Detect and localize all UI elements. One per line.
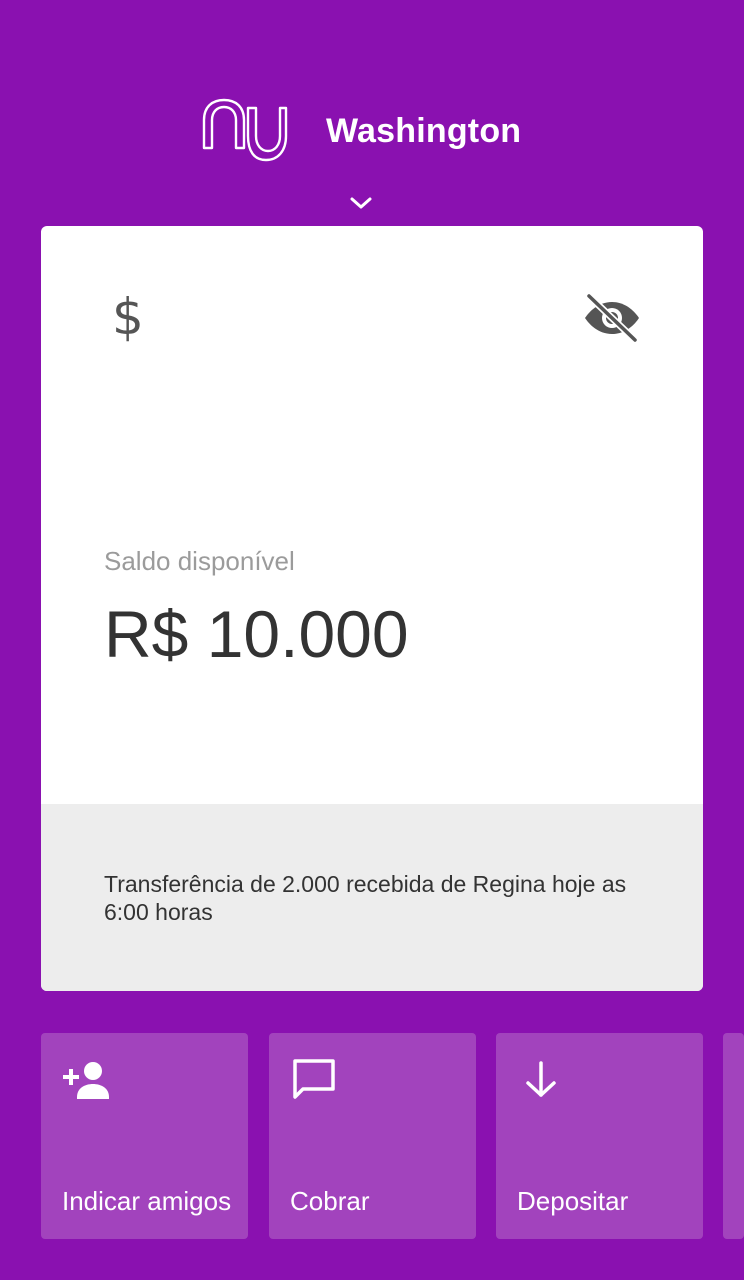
balance-value: R$ 10.000: [104, 597, 409, 671]
shortcut-indicar-amigos[interactable]: Indicar amigos: [41, 1033, 248, 1239]
nubank-logo-icon: [202, 98, 288, 162]
eye-off-icon[interactable]: [583, 292, 641, 344]
shortcut-label: Indicar amigos: [62, 1186, 232, 1216]
arrow-down-icon: [526, 1061, 556, 1097]
message-icon: [293, 1059, 335, 1099]
account-holder-name: Washington: [326, 112, 522, 150]
shortcut-label: Depositar: [517, 1186, 629, 1216]
app-screen: Washington $ Saldo disponível R$ 10.000 …: [0, 0, 744, 1280]
shortcut-cobrar[interactable]: Cobrar: [269, 1033, 476, 1239]
shortcut-label: Cobrar: [290, 1186, 370, 1216]
shortcut-next-partial[interactable]: [723, 1033, 744, 1239]
latest-transaction-notice: Transferência de 2.000 recebida de Regin…: [104, 871, 627, 925]
balance-label: Saldo disponível: [104, 546, 295, 576]
chevron-down-icon[interactable]: [346, 192, 376, 214]
dollar-icon: $: [112, 288, 144, 346]
person-add-icon: [63, 1062, 109, 1099]
shortcut-depositar[interactable]: Depositar: [496, 1033, 703, 1239]
header: Washington: [0, 0, 744, 226]
